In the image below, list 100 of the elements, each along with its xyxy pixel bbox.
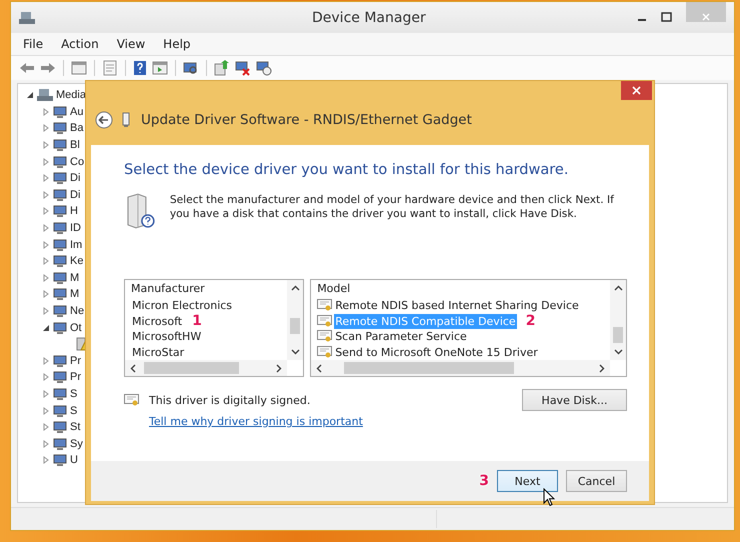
tree-item[interactable]: Bl — [70, 139, 80, 152]
chevron-down-icon[interactable] — [290, 349, 300, 355]
expander-icon[interactable] — [26, 91, 34, 100]
close-icon — [702, 12, 710, 20]
column-header: Manufacturer — [130, 281, 206, 297]
tree-item[interactable]: H — [70, 205, 78, 218]
list-item[interactable]: MicroStar — [131, 344, 186, 360]
list-item[interactable]: Micron Electronics — [131, 298, 234, 314]
callout-number: 1 — [192, 314, 202, 329]
menu-item[interactable]: File — [23, 37, 44, 51]
tree-item[interactable]: Di — [70, 188, 80, 201]
device-icon — [53, 238, 67, 252]
device-icon — [53, 386, 67, 401]
device-icon — [53, 354, 67, 368]
menu-item[interactable]: View — [116, 37, 146, 51]
window-title: Device Manager — [312, 10, 426, 26]
tree-item[interactable]: Ne — [70, 305, 84, 318]
expander-icon[interactable] — [42, 324, 50, 332]
usb-device-icon — [122, 112, 130, 128]
chevron-right-icon[interactable] — [276, 364, 282, 372]
device-icon — [53, 204, 67, 218]
forward-arrow-icon[interactable] — [40, 62, 56, 74]
scrollbar-thumb[interactable] — [144, 362, 239, 374]
close-icon — [632, 86, 641, 95]
list-item[interactable]: Remote NDIS based Internet Sharing Device — [334, 298, 580, 314]
tree-item[interactable]: U — [70, 454, 78, 466]
chevron-left-icon[interactable] — [130, 364, 136, 372]
device-icon — [53, 320, 67, 335]
scan-monitor-icon[interactable] — [183, 60, 199, 76]
device-icon — [53, 287, 67, 302]
tree-item[interactable]: Di — [70, 172, 80, 184]
menu-item[interactable]: Action — [61, 37, 99, 51]
list-item[interactable]: Microsoft — [131, 314, 184, 329]
column-header: Model — [316, 281, 352, 297]
vertical-scrollbar[interactable] — [610, 280, 626, 360]
device-icon — [53, 138, 67, 152]
certificate-icon — [124, 394, 139, 407]
panel-icon[interactable] — [71, 61, 87, 75]
signed-note: This driver is digitally signed. — [149, 394, 310, 407]
device-icon — [53, 404, 67, 418]
tree-item[interactable]: S — [70, 404, 78, 417]
have-disk-button[interactable]: Have Disk... — [522, 389, 627, 411]
certificate-icon — [317, 314, 332, 328]
tree-item[interactable]: St — [70, 421, 80, 434]
back-arrow-icon[interactable] — [19, 62, 35, 74]
tree-item[interactable]: Sy — [70, 438, 83, 450]
list-item[interactable]: Send to Microsoft OneNote 15 Driver — [334, 344, 539, 360]
chevron-up-icon[interactable] — [290, 285, 300, 291]
certificate-icon — [317, 299, 332, 312]
menu-item[interactable]: Help — [163, 37, 191, 51]
update-driver-icon[interactable] — [214, 60, 230, 76]
tree-item[interactable]: Co — [70, 156, 84, 168]
device-icon — [53, 104, 67, 119]
maximize-icon[interactable] — [661, 12, 672, 22]
tree-item[interactable]: ID — [70, 222, 81, 234]
dialog-button[interactable]: Next — [497, 470, 558, 492]
driver-signing-link[interactable]: Tell me why driver signing is important — [149, 415, 363, 428]
tree-item[interactable]: Ot — [70, 322, 82, 334]
scrollbar-thumb[interactable] — [613, 327, 623, 343]
tree-item[interactable]: M — [70, 288, 80, 300]
horizontal-scrollbar[interactable] — [311, 360, 610, 376]
chevron-left-icon[interactable] — [316, 364, 322, 372]
back-icon[interactable] — [95, 111, 113, 129]
vertical-scrollbar[interactable] — [287, 280, 304, 360]
chevron-right-icon[interactable] — [599, 364, 605, 372]
horizontal-scrollbar[interactable] — [125, 360, 288, 376]
tree-item[interactable]: Pr — [70, 354, 81, 367]
dialog-button[interactable]: Cancel — [566, 470, 627, 492]
tree-item[interactable]: M — [70, 272, 80, 284]
help-icon[interactable] — [133, 60, 147, 76]
instruction-text: Select the manufacturer and model of your hardware device and then click Next. If you have a disk that contains the driver you want to install, click Have Disk. — [170, 193, 616, 222]
list-item[interactable]: Scan Parameter Service — [334, 329, 468, 344]
panel-icon[interactable] — [152, 61, 168, 75]
device-icon — [53, 304, 67, 318]
scrollbar-thumb[interactable] — [344, 362, 514, 374]
tree-item[interactable]: Ke — [70, 255, 84, 268]
tree-item[interactable]: Im — [70, 238, 82, 251]
scrollbar-thumb[interactable] — [290, 318, 300, 334]
device-icon — [53, 420, 67, 434]
callout-number: 3 — [479, 474, 489, 488]
disable-device-icon[interactable] — [256, 60, 272, 76]
callout-number: 2 — [526, 314, 536, 329]
tree-item[interactable]: S — [70, 388, 78, 400]
properties-icon[interactable] — [102, 60, 118, 76]
device-icon — [53, 188, 67, 202]
tree-item[interactable]: Media — [56, 89, 86, 102]
tree-item[interactable]: Pr — [70, 371, 81, 384]
dialog-heading: Select the device driver you want to install for this hardware. — [124, 162, 570, 178]
list-item[interactable]: MicrosoftHW — [131, 329, 202, 344]
device-icon — [53, 436, 67, 451]
device-icon — [53, 121, 67, 136]
chevron-down-icon[interactable] — [614, 349, 622, 355]
close-button[interactable] — [621, 81, 652, 100]
tree-item[interactable]: Au — [70, 106, 84, 118]
computer-icon — [37, 88, 53, 102]
device-icon — [53, 254, 67, 268]
chevron-up-icon[interactable] — [614, 285, 622, 291]
device-icon — [53, 270, 67, 285]
tree-item[interactable]: Ba — [70, 122, 84, 134]
uninstall-icon[interactable] — [235, 60, 251, 76]
